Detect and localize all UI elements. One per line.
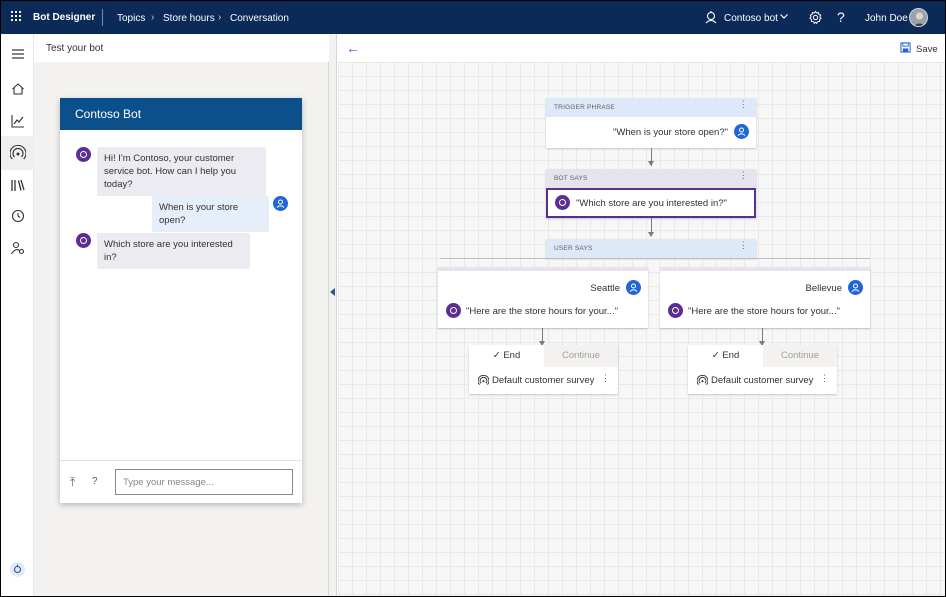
chat-window: Contoso Bot Hi! I'm Contoso, your custom… [60,98,302,503]
home-icon[interactable] [10,81,26,97]
more-options-icon[interactable]: ⋮ [739,171,748,180]
bot-status-icon[interactable] [10,562,25,577]
node-accent-bar [660,267,870,271]
condition-node-seattle[interactable]: Seattle "Here are the store hours for yo… [438,267,648,328]
check-icon: ✓ [711,350,720,361]
user-says-node[interactable]: USER SAYS ⋮ [546,239,756,258]
bot-avatar-icon [668,303,683,318]
analytics-icon[interactable] [10,113,26,129]
user-avatar-icon [734,124,749,139]
authoring-canvas: ← Save TRIGGER PHRASE ⋮ "When is your st… [338,34,945,596]
library-icon[interactable] [10,177,26,193]
user-avatar-icon [626,280,641,295]
node-accent-bar [438,267,648,271]
node-header: BOT SAYS ⋮ [546,169,756,188]
pane-splitter[interactable] [329,34,337,596]
user-name[interactable]: John Doe [865,13,908,24]
bot-avatar-icon [555,195,570,210]
test-pane-header: Test your bot [34,34,329,62]
chat-message-bot: Which store are you interested in? [97,233,250,269]
chat-message-user: When is your store open? [152,196,269,232]
upload-icon[interactable]: ⤒ [70,475,75,490]
topics-icon[interactable] [10,145,26,161]
chat-message-bot: Hi! I'm Contoso, your customer service b… [97,147,266,196]
node-header: TRIGGER PHRASE ⋮ [546,98,756,117]
bot-selector[interactable]: Contoso bot [724,13,778,24]
save-icon[interactable] [900,42,911,53]
condition-option-label: Seattle [590,283,620,294]
breadcrumb-topics[interactable]: Topics [117,13,145,24]
help-icon[interactable]: ? [837,9,845,25]
bot-message-text: "Which store are you interested in?" [576,198,727,209]
survey-icon [697,375,708,385]
message-input[interactable] [115,469,293,495]
end-tab[interactable]: ✓ End [469,345,544,367]
continue-tab[interactable]: Continue [763,345,837,367]
bot-avatar-icon [76,147,91,162]
save-button[interactable]: Save [916,44,938,55]
help-icon[interactable]: ? [92,476,98,487]
history-icon[interactable] [10,208,26,224]
condition-option-label: Bellevue [805,283,842,294]
check-icon: ✓ [492,350,501,361]
chat-header: Contoso Bot [60,98,302,130]
connector-arrow [648,232,654,237]
end-conversation-node[interactable]: ✓ End Continue Default customer survey ⋮ [688,345,837,394]
bot-message-text: "Here are the store hours for your..." [688,306,840,317]
end-conversation-node[interactable]: ✓ End Continue Default customer survey ⋮ [469,345,618,394]
more-options-icon[interactable]: ⋮ [601,374,610,383]
avatar[interactable] [909,8,928,27]
survey-label: Default customer survey [492,375,595,386]
divider [102,9,103,26]
gear-icon[interactable] [808,10,823,25]
node-header-label: USER SAYS [554,245,593,252]
end-tab-label: End [722,350,740,361]
bot-avatar-icon [76,233,91,248]
trigger-phrase-node[interactable]: TRIGGER PHRASE ⋮ "When is your store ope… [546,98,756,148]
test-pane-title: Test your bot [46,43,104,54]
chat-footer: ⤒ ? [60,460,302,503]
selected-message-box[interactable]: "Which store are you interested in?" [546,188,756,218]
chevron-right-icon: › [218,12,222,23]
canvas-toolbar: ← Save [338,34,945,62]
survey-label: Default customer survey [711,375,814,386]
more-options-icon[interactable]: ⋮ [739,100,748,109]
end-tab-label: End [503,350,521,361]
continue-tab[interactable]: Continue [544,345,618,367]
more-options-icon[interactable]: ⋮ [820,374,829,383]
node-header: USER SAYS ⋮ [546,239,756,258]
bot-avatar-icon [446,303,461,318]
app-window: Bot Designer Topics › Store hours › Conv… [1,1,945,596]
end-tab[interactable]: ✓ End [688,345,763,367]
users-settings-icon[interactable] [10,240,26,256]
app-name[interactable]: Bot Designer [33,12,95,23]
app-launcher-icon[interactable] [11,11,23,23]
collapse-arrow-icon[interactable] [330,288,335,296]
bot-message-text: "Here are the store hours for your..." [466,306,618,317]
chevron-down-icon[interactable] [779,11,789,21]
breadcrumb-store-hours[interactable]: Store hours [163,13,215,24]
connector-arrow [648,161,654,166]
left-nav-rail [1,34,34,596]
bot-icon[interactable] [704,10,718,24]
user-avatar-icon [848,280,863,295]
breadcrumb-conversation[interactable]: Conversation [230,13,289,24]
condition-node-bellevue[interactable]: Bellevue "Here are the store hours for y… [660,267,870,328]
trigger-phrase-text: "When is your store open?" [613,127,728,138]
back-arrow-icon[interactable]: ← [346,40,360,56]
node-header-label: BOT SAYS [554,175,588,182]
hamburger-menu-icon[interactable] [10,46,26,62]
more-options-icon[interactable]: ⋮ [739,241,748,250]
chevron-right-icon: › [151,12,155,23]
test-bot-pane: Test your bot Contoso Bot Hi! I'm Contos… [34,34,329,596]
top-bar: Bot Designer Topics › Store hours › Conv… [1,1,945,34]
node-header-label: TRIGGER PHRASE [554,104,615,111]
user-avatar-icon [273,196,288,211]
bot-says-node[interactable]: BOT SAYS ⋮ "Which store are you interest… [546,169,756,218]
survey-icon [478,375,489,385]
chat-title: Contoso Bot [75,107,142,121]
